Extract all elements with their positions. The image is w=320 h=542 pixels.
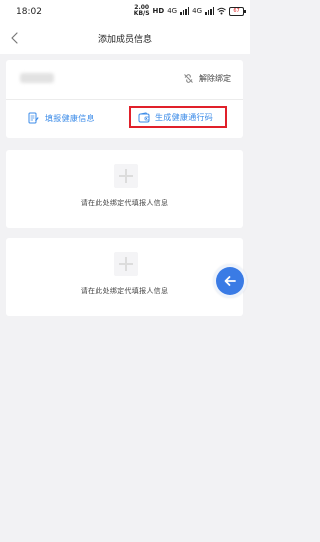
empty-slot-hint: 请在此处绑定代填报人信息: [80, 287, 169, 295]
status-bar: 18:02 2.00 KB/S HD 4G 4G 67: [0, 0, 250, 24]
generate-health-code-label: 生成健康通行码: [155, 112, 214, 122]
network-type-a: 4G: [167, 7, 178, 15]
network-type-b: 4G: [192, 7, 202, 15]
network-speed: 2.00 KB/S: [134, 5, 150, 17]
empty-slot-card: 请在此处绑定代填报人信息: [6, 150, 243, 228]
add-member-plus-icon[interactable]: [114, 164, 138, 188]
wifi-icon: [217, 7, 226, 15]
nav-bar: 添加成员信息: [0, 24, 250, 54]
unbind-button[interactable]: 解除绑定: [183, 73, 231, 84]
empty-slot-card: 请在此处绑定代填报人信息: [6, 238, 243, 316]
floating-back-inner: [216, 267, 244, 295]
signal-icon-2: [205, 7, 214, 15]
member-card: 解除绑定 填报健康信息 生成健康通行码: [6, 60, 243, 138]
battery-level: 67: [233, 8, 240, 14]
status-icons: 2.00 KB/S HD 4G 4G 67: [134, 4, 246, 18]
divider: [6, 99, 243, 100]
fill-health-info-label: 填报健康信息: [45, 113, 95, 123]
page-title: 添加成员信息: [97, 35, 152, 45]
wallet-card-icon: [138, 111, 150, 122]
empty-slot-hint: 请在此处绑定代填报人信息: [80, 199, 169, 207]
action-row: 填报健康信息 生成健康通行码: [6, 104, 243, 134]
member-name-blurred: [20, 73, 54, 83]
hd-indicator: HD: [152, 7, 165, 15]
add-member-plus-icon[interactable]: [114, 252, 138, 276]
arrow-left-icon: [224, 276, 236, 286]
generate-health-code-button[interactable]: 生成健康通行码: [129, 106, 227, 128]
fill-health-info-button[interactable]: 填报健康信息: [28, 112, 95, 124]
signal-icon: [180, 7, 190, 15]
document-edit-icon: [28, 112, 39, 124]
broken-link-icon: [184, 74, 193, 83]
unbind-label: 解除绑定: [199, 74, 231, 83]
status-time: 18:02: [16, 7, 42, 17]
battery-icon: 67: [229, 6, 246, 16]
floating-back-button[interactable]: [213, 264, 247, 298]
network-speed-unit: KB/S: [133, 10, 150, 17]
